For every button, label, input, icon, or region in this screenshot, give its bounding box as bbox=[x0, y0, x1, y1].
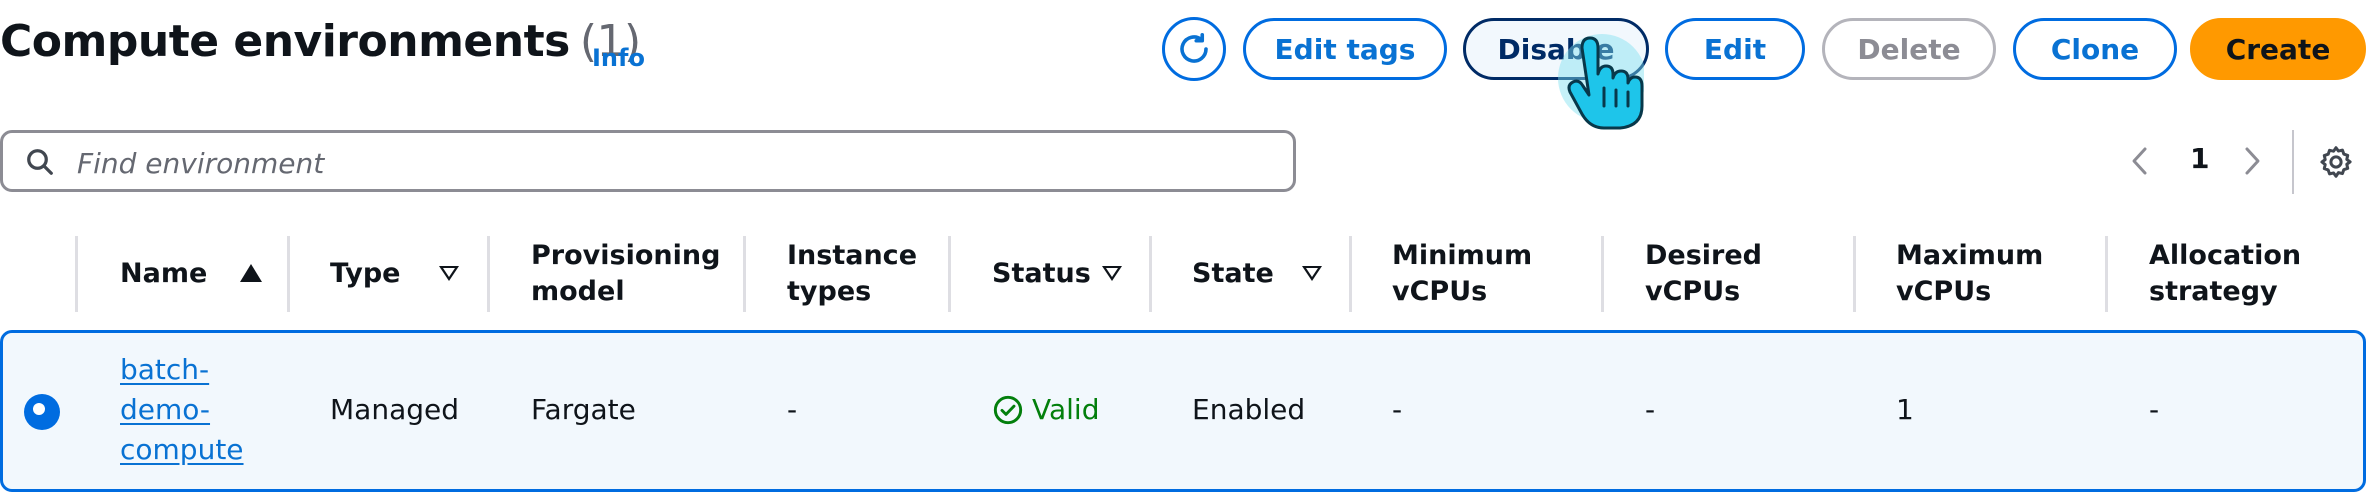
column-header-allocation-strategy[interactable]: Allocation strategy bbox=[2149, 238, 2301, 310]
success-check-icon bbox=[993, 395, 1023, 424]
gear-icon[interactable] bbox=[2318, 144, 2354, 180]
page-title-text: Compute environments bbox=[0, 16, 570, 67]
cell-type: Managed bbox=[330, 393, 459, 426]
cell-instance-types: - bbox=[787, 393, 798, 426]
environment-name-link[interactable]: batch-demo-compute bbox=[120, 350, 260, 470]
column-header-status[interactable]: Status bbox=[992, 256, 1091, 292]
status-text: Valid bbox=[1032, 393, 1100, 426]
column-divider bbox=[1349, 236, 1352, 312]
sort-caret-down-icon[interactable] bbox=[439, 266, 459, 281]
column-header-provisioning-model[interactable]: Provisioning model bbox=[531, 238, 720, 310]
sort-caret-down-icon[interactable] bbox=[1302, 266, 1322, 281]
cell-provisioning-model: Fargate bbox=[531, 393, 636, 426]
info-link[interactable]: Info bbox=[592, 44, 645, 72]
clone-button[interactable]: Clone bbox=[2013, 18, 2177, 80]
column-divider bbox=[743, 236, 746, 312]
delete-button: Delete bbox=[1822, 18, 1996, 80]
next-page-icon[interactable] bbox=[2242, 146, 2262, 176]
cell-minimum-vcpus: - bbox=[1392, 393, 1403, 426]
column-header-minimum-vcpus[interactable]: Minimum vCPUs bbox=[1392, 238, 1532, 310]
search-icon bbox=[27, 149, 53, 175]
column-header-state[interactable]: State bbox=[1192, 256, 1274, 292]
sort-caret-down-icon[interactable] bbox=[1102, 266, 1122, 281]
cell-state: Enabled bbox=[1192, 393, 1306, 426]
cell-maximum-vcpus: 1 bbox=[1896, 393, 1914, 426]
column-divider bbox=[75, 236, 78, 312]
edit-button[interactable]: Edit bbox=[1665, 18, 1805, 80]
page-title: Compute environments (1) bbox=[0, 16, 641, 67]
refresh-button[interactable] bbox=[1162, 17, 1226, 81]
cell-allocation-strategy: - bbox=[2149, 393, 2160, 426]
column-divider bbox=[2105, 236, 2108, 312]
search-box[interactable] bbox=[0, 130, 1296, 192]
search-input[interactable] bbox=[75, 143, 1259, 183]
column-divider bbox=[487, 236, 490, 312]
column-header-type[interactable]: Type bbox=[330, 256, 400, 292]
refresh-icon bbox=[1180, 32, 1208, 63]
edit-tags-button[interactable]: Edit tags bbox=[1243, 18, 1447, 80]
create-button[interactable]: Create bbox=[2190, 18, 2366, 80]
cell-desired-vcpus: - bbox=[1645, 393, 1656, 426]
column-divider bbox=[1149, 236, 1152, 312]
column-divider bbox=[287, 236, 290, 312]
current-page-number[interactable]: 1 bbox=[2190, 142, 2209, 175]
column-header-instance-types[interactable]: Instance types bbox=[787, 238, 947, 310]
previous-page-icon[interactable] bbox=[2130, 146, 2150, 176]
column-header-maximum-vcpus[interactable]: Maximum vCPUs bbox=[1896, 238, 2043, 310]
column-header-name[interactable]: Name bbox=[120, 256, 207, 292]
pagination-divider bbox=[2292, 130, 2294, 194]
sort-ascending-icon[interactable] bbox=[240, 264, 262, 282]
hand-cursor-icon bbox=[1552, 28, 1646, 136]
cell-status: Valid bbox=[992, 393, 1099, 426]
row-select-radio[interactable] bbox=[24, 394, 60, 430]
column-divider bbox=[1601, 236, 1604, 312]
column-header-desired-vcpus[interactable]: Desired vCPUs bbox=[1645, 238, 1785, 310]
column-divider bbox=[1853, 236, 1856, 312]
column-divider bbox=[948, 236, 951, 312]
